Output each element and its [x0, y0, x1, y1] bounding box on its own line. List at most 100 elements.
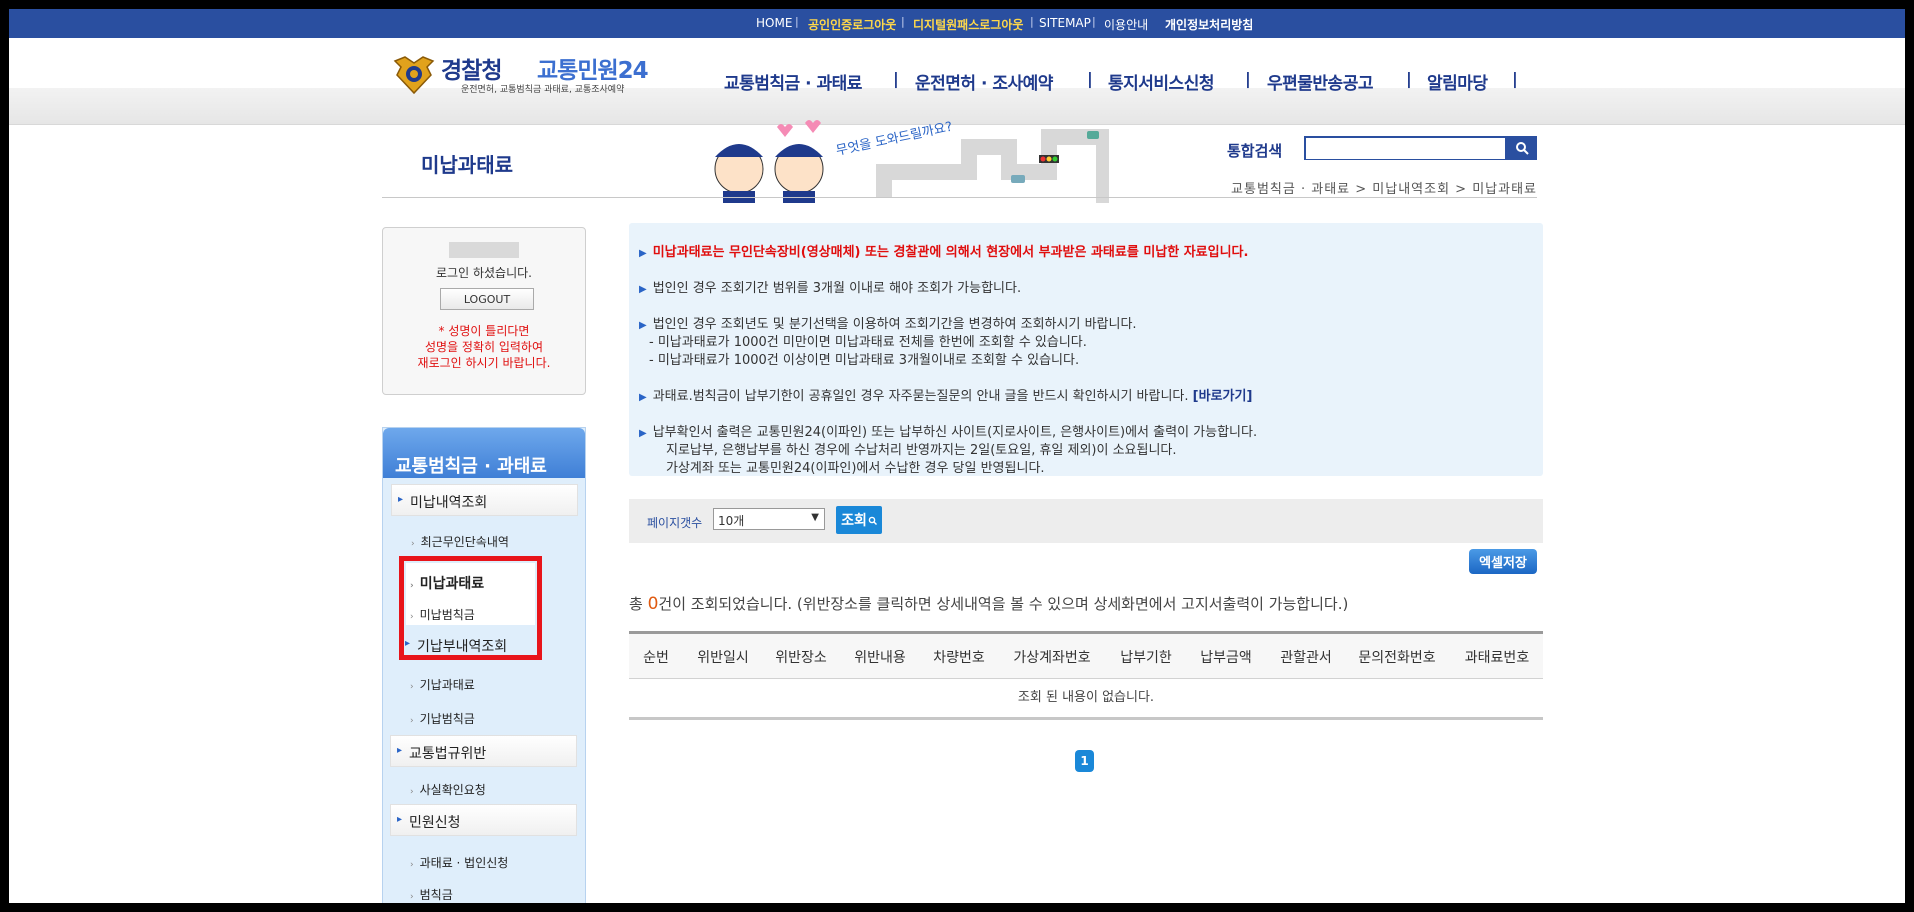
- page-count-select[interactable]: 10개 ▼: [713, 508, 825, 530]
- dropdown-arrow-icon: ▼: [811, 512, 819, 523]
- notice-line: ▶ 납부확인서 출력은 교통민원24(이파인) 또는 납부하신 사이트(지로사이트…: [639, 425, 1258, 440]
- logo-subtitle: 운전면허, 교통범칙금 과태료, 교통조사예약: [461, 85, 625, 95]
- column-header: 가상계좌번호: [1013, 650, 1091, 666]
- side-nav-paid-penalty[interactable]: › 기납범칙금: [410, 710, 475, 727]
- highlight-annotation-box: [399, 556, 542, 660]
- logo-title-service[interactable]: 교통민원24: [537, 51, 649, 85]
- result-count-number: 0: [647, 594, 659, 614]
- side-nav-corporate-request[interactable]: › 과태료 · 법인신청: [410, 854, 508, 871]
- utility-bar: HOME | 공인인증로그아웃 | 디지털원패스로그아웃 | SITEMAP |…: [9, 9, 1905, 38]
- notice-detail: - 미납과태료가 1000건 이상이면 미납과태료 3개월이내로 조회할 수 있…: [649, 353, 1080, 368]
- logo-title-police[interactable]: 경찰청: [441, 51, 502, 85]
- column-header: 문의전화번호: [1358, 650, 1436, 666]
- cert-logout-link[interactable]: 공인인증로그아웃: [808, 16, 896, 33]
- breadcrumb: 교통범칙금 · 과태료 > 미납내역조회 > 미납과태료: [1231, 182, 1537, 197]
- column-header: 관할관서: [1280, 650, 1332, 666]
- triangle-bullet-icon: ▶: [639, 320, 647, 331]
- triangle-bullet-icon: ▶: [639, 248, 647, 259]
- column-header: 위반내용: [854, 650, 906, 666]
- triangle-bullet-icon: ▶: [639, 284, 647, 295]
- magnifier-icon: [868, 516, 877, 525]
- table-header: 순번 위반일시 위반장소 위반내용 차량번호 가상계좌번호 납부기한 납부금액 …: [629, 634, 1543, 679]
- gnb-returned-mail[interactable]: 우편물반송공고: [1267, 69, 1373, 94]
- banner-text: 무엇을 도와드릴까요?: [835, 120, 954, 159]
- page-title: 미납과태료: [421, 153, 513, 177]
- login-warning: * 성명이 틀리다면 성명을 정확히 입력하여 재로그인 하시기 바랍니다.: [417, 324, 551, 370]
- logout-button[interactable]: LOGOUT: [440, 288, 534, 310]
- page-count-label: 페이지갯수: [647, 516, 703, 530]
- search-label: 통합검색: [1227, 142, 1283, 160]
- notice-line: ▶ 법인인 경우 조회년도 및 분기선택을 이용하여 조회기간을 변경하여 조회하…: [639, 317, 1137, 332]
- column-header: 차량번호: [933, 650, 985, 666]
- notice-line: ▶ 미납과태료는 무인단속장비(영상매체) 또는 경찰관에 의해서 현장에서 부과…: [639, 245, 1249, 260]
- search-options-bar: 페이지갯수 10개 ▼ 조회: [629, 499, 1543, 543]
- column-header: 순번: [643, 650, 669, 666]
- notice-line: ▶ 과태료.범칙금이 납부기한이 공휴일인 경우 자주묻는질문의 안내 글을 반드…: [639, 389, 1253, 404]
- triangle-bullet-icon: ▸: [398, 494, 404, 505]
- chevron-right-icon: ›: [410, 892, 414, 902]
- column-header: 위반일시: [697, 650, 749, 666]
- column-header: 위반장소: [775, 650, 827, 666]
- side-nav-title: 교통범칙금 · 과태료: [395, 456, 547, 477]
- sitemap-link[interactable]: SITEMAP: [1039, 16, 1091, 30]
- column-header: 납부금액: [1200, 650, 1252, 666]
- gnb-separator: |: [1406, 69, 1412, 88]
- gnb-separator: |: [1087, 69, 1093, 88]
- search-input[interactable]: [1306, 139, 1505, 159]
- triangle-bullet-icon: ▸: [397, 745, 403, 756]
- faq-shortcut-link[interactable]: [바로가기]: [1193, 389, 1253, 404]
- side-nav-paid-fine[interactable]: › 기납과태료: [410, 676, 475, 693]
- notice-box: ▶ 미납과태료는 무인단속장비(영상매체) 또는 경찰관에 의해서 현장에서 부과…: [629, 223, 1543, 476]
- privacy-policy-link[interactable]: 개인정보처리방침: [1165, 16, 1253, 33]
- title-divider: [382, 197, 1537, 198]
- side-nav-fact-check[interactable]: › 사실확인요청: [410, 781, 486, 798]
- gnb-fines[interactable]: 교통범칙금 · 과태료: [724, 69, 862, 94]
- help-banner-illustration: 무엇을 도와드릴까요?: [714, 120, 1109, 203]
- chevron-right-icon: ›: [410, 860, 414, 870]
- side-nav-unpaid-history[interactable]: ▸ 미납내역조회: [391, 484, 578, 516]
- search-icon: [1516, 142, 1529, 155]
- login-message: 로그인 하셨습니다.: [436, 266, 532, 280]
- login-status-box: 로그인 하셨습니다. LOGOUT * 성명이 틀리다면 성명을 정확히 입력하…: [382, 227, 586, 395]
- util-separator: |: [795, 15, 799, 28]
- gnb-notice[interactable]: 알림마당: [1427, 69, 1488, 94]
- search-field[interactable]: [1304, 136, 1507, 160]
- notice-detail: 가상계좌 또는 교통민원24(이파인)에서 수납한 경우 당일 반영됩니다.: [666, 461, 1045, 476]
- digital-onepass-logout-link[interactable]: 디지털원패스로그아웃: [913, 16, 1023, 33]
- table-bottom-border: [629, 717, 1543, 720]
- excel-export-button[interactable]: 엑셀저장: [1469, 549, 1537, 574]
- chevron-right-icon: ›: [411, 539, 415, 549]
- chevron-right-icon: ›: [410, 716, 414, 726]
- side-nav-header: 교통범칙금 · 과태료: [383, 428, 585, 478]
- chevron-right-icon: ›: [410, 682, 414, 692]
- browser-page: HOME | 공인인증로그아웃 | 디지털원패스로그아웃 | SITEMAP |…: [9, 9, 1905, 903]
- notice-detail: - 미납과태료가 1000건 미만이면 미납과태료 전체를 한번에 조회할 수 …: [649, 335, 1087, 350]
- side-nav-traffic-violation[interactable]: ▸ 교통법규위반: [390, 735, 577, 767]
- gnb-separator: |: [893, 69, 899, 88]
- empty-table-message: 조회 된 내용이 없습니다.: [1017, 690, 1155, 705]
- gnb-license[interactable]: 운전면허 · 조사예약: [915, 69, 1053, 94]
- pagination-page-1[interactable]: 1: [1075, 750, 1094, 772]
- gnb-notification[interactable]: 통지서비스신청: [1108, 69, 1214, 94]
- util-separator: |: [901, 15, 905, 28]
- query-button[interactable]: 조회: [836, 506, 882, 534]
- util-separator: |: [1092, 15, 1096, 28]
- home-link[interactable]: HOME: [756, 16, 792, 30]
- triangle-bullet-icon: ▶: [639, 392, 647, 403]
- chevron-right-icon: ›: [410, 787, 414, 797]
- masked-user-name: [449, 242, 519, 258]
- gnb-separator: |: [1512, 69, 1518, 88]
- usage-guide-link[interactable]: 이용안내: [1104, 16, 1148, 33]
- side-nav-penalty-request[interactable]: › 범칙금: [410, 886, 453, 903]
- gnb-separator: |: [1245, 69, 1251, 88]
- side-nav-recent-enforcement[interactable]: › 최근무인단속내역: [411, 533, 509, 550]
- triangle-bullet-icon: ▸: [397, 814, 403, 825]
- search-button[interactable]: [1507, 136, 1537, 160]
- notice-detail: 지로납부, 은행납부를 하신 경우에 수납처리 반영까지는 2일(토요일, 휴일…: [666, 443, 1177, 458]
- column-header: 납부기한: [1120, 650, 1172, 666]
- result-count: 총 0건이 조회되었습니다. (위반장소를 클릭하면 상세내역을 볼 수 있으며…: [629, 594, 1349, 614]
- notice-line: ▶ 법인인 경우 조회기간 범위를 3개월 이내로 해야 조회가 가능합니다.: [639, 281, 1022, 296]
- police-emblem-icon[interactable]: [393, 53, 435, 95]
- triangle-bullet-icon: ▶: [639, 428, 647, 439]
- side-nav-civil-request[interactable]: ▸ 민원신청: [390, 804, 577, 836]
